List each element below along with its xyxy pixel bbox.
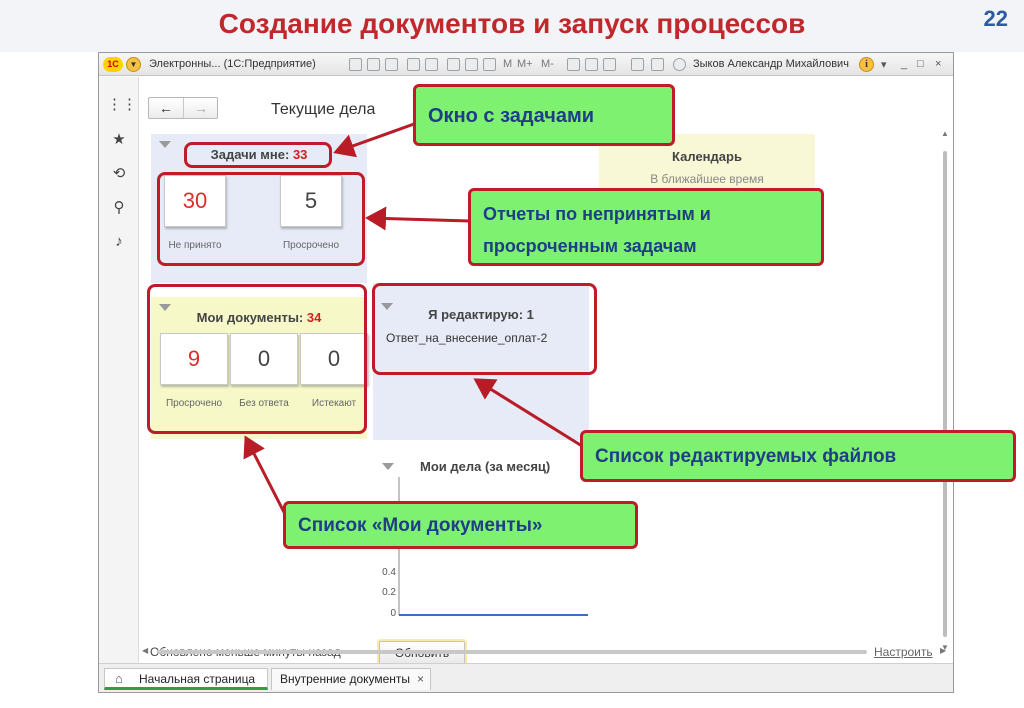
find-next-icon[interactable]	[585, 58, 598, 71]
save-icon[interactable]	[367, 58, 380, 71]
nav-buttons: ← →	[148, 97, 218, 119]
scroll-thumb[interactable]	[943, 151, 947, 637]
calendar-subtitle: В ближайшее время	[650, 172, 764, 186]
chart-y-tick: 0.4	[382, 567, 396, 578]
my-documents-highlight	[147, 284, 367, 434]
vertical-scrollbar[interactable]: ▲ ▼	[939, 125, 951, 665]
memory-plus-button[interactable]: M+	[517, 58, 533, 70]
callout-reports-line2: просроченным задачам	[483, 236, 697, 256]
download-icon[interactable]	[407, 58, 420, 71]
search-icon[interactable]: ⚲	[107, 196, 131, 220]
home-icon: ⌂	[115, 671, 123, 686]
mail-icon[interactable]	[425, 58, 438, 71]
tab-internal-documents-label: Внутренние документы	[280, 672, 411, 686]
callout-reports-line1: Отчеты по непринятым и	[483, 204, 711, 224]
user-name[interactable]: Зыков Александр Михайлович	[693, 58, 849, 70]
tab-home-label: Начальная страница	[139, 672, 256, 686]
collapse-caret-icon[interactable]	[382, 463, 394, 470]
history-icon[interactable]: ⟲	[107, 162, 131, 186]
scroll-up-icon[interactable]: ▲	[941, 129, 949, 138]
chart-y-tick: 0	[390, 608, 396, 619]
slide-number: 22	[983, 6, 1008, 31]
callout-reports: Отчеты по непринятым и просроченным зада…	[468, 188, 824, 266]
preview-icon[interactable]	[385, 58, 398, 71]
chart-y-tick: 0.2	[382, 587, 396, 598]
callout-my-documents-text: Список «Мои документы»	[298, 515, 543, 536]
callout-edited-files-text: Список редактируемых файлов	[595, 446, 897, 467]
dropdown-chevron-icon[interactable]: ▾	[881, 58, 887, 71]
bell-icon[interactable]: ♪	[107, 230, 131, 254]
my-month-heading: Мои дела (за месяц)	[420, 459, 551, 474]
tab-internal-documents[interactable]: Внутренние документы ×	[271, 668, 431, 690]
calculator-icon[interactable]	[483, 58, 496, 71]
h-scroll-thumb[interactable]	[157, 650, 867, 654]
callout-tasks-window-text: Окно с задачами	[428, 105, 595, 127]
1c-logo-icon[interactable]: 1С	[103, 57, 123, 72]
slide-title: Создание документов и запуск процессов	[218, 8, 806, 39]
callout-edited-files: Список редактируемых файлов	[580, 430, 1016, 482]
star-icon[interactable]: ★	[107, 128, 131, 152]
maximize-icon[interactable]: □	[917, 58, 924, 70]
tasks-heading-highlight	[184, 142, 332, 168]
sidebar: ⋮⋮⋮ ★ ⟲ ⚲ ♪	[99, 77, 152, 663]
app-title: Электронны... (1С:Предприятие)	[149, 58, 316, 70]
memory-m-button[interactable]: M	[503, 58, 512, 70]
calendar-icon[interactable]	[465, 58, 478, 71]
user-icon	[673, 58, 686, 71]
minimize-icon[interactable]: _	[901, 58, 907, 70]
info-icon[interactable]: i	[859, 57, 874, 72]
callout-my-documents: Список «Мои документы»	[283, 501, 638, 549]
horizontal-scrollbar[interactable]: ◀ ▶	[140, 646, 953, 658]
zoom-icon[interactable]	[631, 58, 644, 71]
replace-icon[interactable]	[603, 58, 616, 71]
back-button[interactable]: ←	[149, 98, 184, 118]
task-tiles-highlight	[157, 172, 365, 266]
print-icon[interactable]	[349, 58, 362, 71]
main-menu-icon[interactable]: ▼	[126, 57, 141, 72]
tab-home[interactable]: ⌂ Начальная страница	[104, 668, 268, 690]
find-icon[interactable]	[567, 58, 580, 71]
scroll-right-icon[interactable]: ▶	[940, 646, 946, 655]
forward-button[interactable]: →	[184, 98, 218, 118]
close-icon[interactable]: ×	[935, 58, 941, 70]
apps-grid-icon[interactable]: ⋮⋮⋮	[107, 93, 152, 117]
tab-close-icon[interactable]: ×	[417, 669, 424, 689]
memory-minus-button[interactable]: M-	[541, 58, 554, 70]
table-icon[interactable]	[447, 58, 460, 71]
calendar-heading: Календарь	[672, 149, 742, 164]
callout-tasks-window: Окно с задачами	[413, 84, 675, 146]
page-title: Текущие дела	[271, 101, 376, 118]
scroll-left-icon[interactable]: ◀	[142, 646, 148, 655]
tab-bar: ⌂ Начальная страница Внутренние документ…	[99, 663, 953, 692]
title-bar: 1С ▼ Электронны... (1С:Предприятие) M M+…	[99, 53, 953, 76]
editing-highlight	[372, 283, 597, 375]
panel-icon[interactable]	[651, 58, 664, 71]
